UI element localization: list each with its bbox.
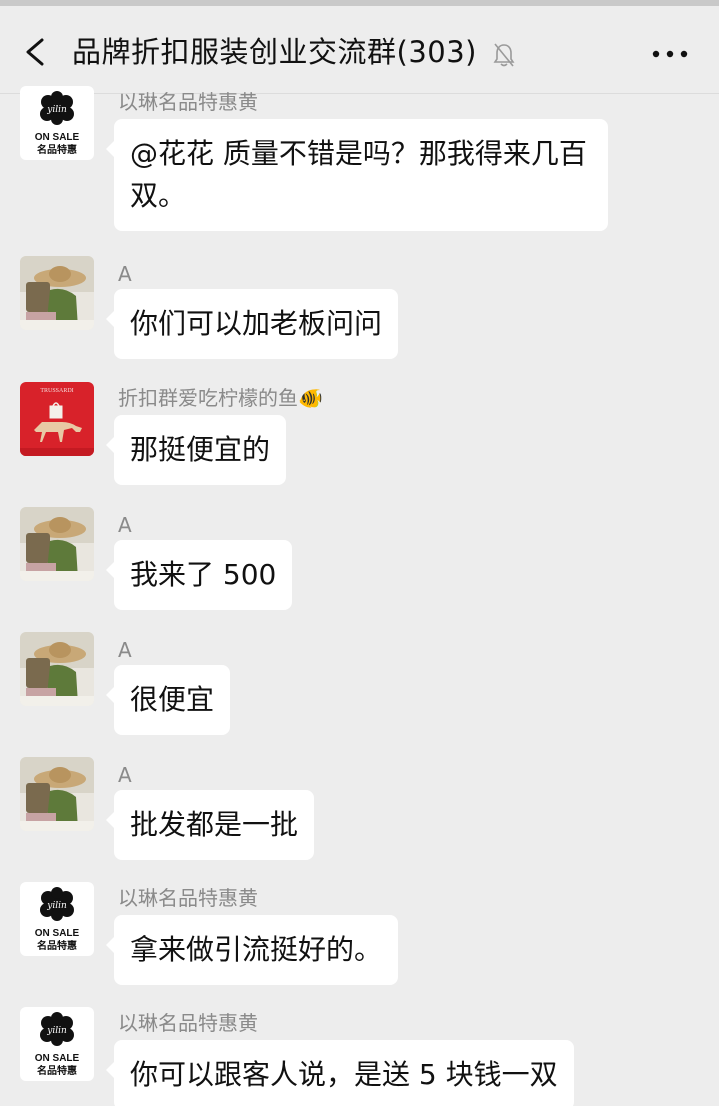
svg-text:TRUSSARDI: TRUSSARDI xyxy=(40,388,73,394)
message-bubble[interactable]: 你可以跟客人说，是送 5 块钱一双 xyxy=(106,1040,574,1106)
svg-text:ON SALE: ON SALE xyxy=(35,132,80,143)
sender-name: 以琳名品特惠黄 xyxy=(118,886,258,910)
more-dots-icon[interactable] xyxy=(650,46,690,62)
straw-hat-photo-icon xyxy=(20,632,94,706)
sender-name: 折扣群爱吃柠檬的鱼🐠 xyxy=(118,386,323,410)
bell-off-icon xyxy=(493,43,515,67)
sender-name: A xyxy=(118,638,132,662)
message-bubble[interactable]: 拿来做引流挺好的。 xyxy=(105,915,399,985)
chevron-left-icon[interactable] xyxy=(22,36,50,68)
straw-hat-photo-icon xyxy=(20,757,94,831)
sender-name: A xyxy=(118,262,132,286)
chat-title: 品牌折扣服装创业交流群(303) xyxy=(72,35,477,69)
straw-hat-photo-icon xyxy=(20,256,94,330)
svg-text:yilin: yilin xyxy=(46,105,67,115)
message-bubble[interactable]: 很便宜 xyxy=(105,665,231,735)
avatar[interactable] xyxy=(20,757,94,831)
sender-name: A xyxy=(118,763,132,787)
sender-name: 以琳名品特惠黄 xyxy=(118,90,258,114)
message-bubble[interactable]: 你们可以加老板问问 xyxy=(105,289,399,359)
sender-name-text: 折扣群爱吃柠檬的鱼 xyxy=(118,386,298,410)
fish-emoji-icon: 🐠 xyxy=(298,386,323,410)
message-bubble[interactable]: 那挺便宜的 xyxy=(105,415,287,485)
avatar[interactable]: TRUSSARDI xyxy=(20,382,94,456)
yilin-logo-icon: yilin ON SALE 名品特惠 xyxy=(20,1007,94,1081)
svg-text:ON SALE: ON SALE xyxy=(35,928,80,939)
svg-text:ON SALE: ON SALE xyxy=(35,1053,80,1064)
avatar[interactable] xyxy=(20,256,94,330)
avatar[interactable] xyxy=(20,632,94,706)
message-bubble[interactable]: 批发都是一批 xyxy=(105,790,315,860)
sender-name: 以琳名品特惠黄 xyxy=(118,1011,258,1035)
message-bubble[interactable]: 我来了 500 xyxy=(105,540,293,610)
svg-text:名品特惠: 名品特惠 xyxy=(37,143,77,156)
avatar[interactable]: yilin ON SALE 名品特惠 xyxy=(20,882,94,956)
svg-text:yilin: yilin xyxy=(46,901,67,911)
avatar[interactable] xyxy=(20,507,94,581)
svg-text:名品特惠: 名品特惠 xyxy=(37,1064,77,1077)
svg-text:名品特惠: 名品特惠 xyxy=(37,939,77,952)
message-bubble[interactable]: @花花 质量不错是吗？那我得来几百双。 xyxy=(106,119,608,231)
sender-name: A xyxy=(118,513,132,537)
chat-header: 品牌折扣服装创业交流群(303) xyxy=(0,0,719,94)
avatar[interactable]: yilin ON SALE 名品特惠 xyxy=(20,86,94,160)
yilin-logo-icon: yilin ON SALE 名品特惠 xyxy=(20,882,94,956)
avatar[interactable]: yilin ON SALE 名品特惠 xyxy=(20,1007,94,1081)
svg-text:yilin: yilin xyxy=(46,1026,67,1036)
straw-hat-photo-icon xyxy=(20,507,94,581)
dog-bag-photo-icon: TRUSSARDI xyxy=(20,382,94,456)
yilin-logo-icon: yilin ON SALE 名品特惠 xyxy=(20,86,94,160)
